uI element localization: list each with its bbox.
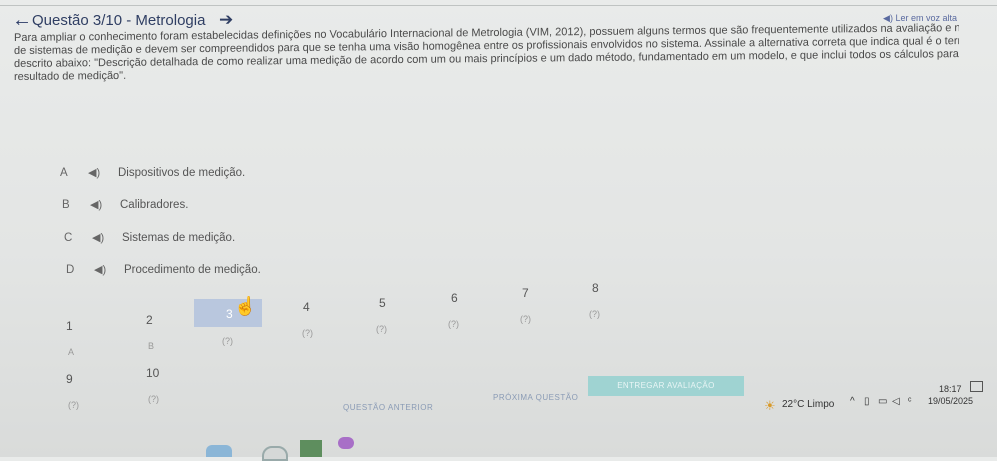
- option-a[interactable]: A ◀) Dispositivos de medição.: [60, 166, 245, 179]
- tray-volume-icon[interactable]: ◁: [892, 396, 900, 407]
- nav-answer-3: (?): [222, 336, 233, 346]
- option-letter: C: [64, 232, 73, 244]
- nav-answer-9: (?): [68, 400, 79, 410]
- nav-question-7[interactable]: 7: [522, 286, 529, 300]
- notification-icon[interactable]: [970, 381, 983, 392]
- nav-answer-6: (?): [448, 319, 459, 329]
- previous-question-button[interactable]: QUESTÃO ANTERIOR: [343, 403, 433, 412]
- nav-question-4[interactable]: 4: [303, 300, 310, 314]
- submit-assessment-button[interactable]: ENTREGAR AVALIAÇÃO: [588, 376, 744, 396]
- tray-chevron-up-icon[interactable]: ^: [850, 396, 855, 407]
- nav-question-1[interactable]: 1: [66, 319, 73, 333]
- option-letter: A: [60, 167, 68, 179]
- nav-question-5[interactable]: 5: [379, 296, 386, 310]
- nav-answer-2: B: [148, 341, 155, 351]
- option-text: Calibradores.: [120, 199, 189, 211]
- tray-display-icon[interactable]: ▭: [878, 396, 887, 407]
- nav-question-2[interactable]: 2: [146, 313, 153, 327]
- nav-question-6[interactable]: 6: [451, 291, 458, 305]
- nav-question-8[interactable]: 8: [592, 281, 599, 295]
- speaker-icon[interactable]: ◀): [90, 198, 120, 211]
- speaker-icon[interactable]: ◀): [88, 166, 118, 179]
- question-statement: Para ampliar o conhecimento foram estabe…: [14, 22, 959, 84]
- tray-language-icon[interactable]: ᶜ: [908, 396, 912, 407]
- nav-question-3: 3: [226, 307, 233, 321]
- weather-status[interactable]: 22°C Limpo: [782, 399, 834, 410]
- nav-answer-7: (?): [520, 314, 531, 324]
- option-text: Procedimento de medição.: [124, 264, 261, 276]
- taskbar-browser-icon[interactable]: [262, 446, 288, 461]
- clock-time[interactable]: 18:17: [939, 384, 962, 394]
- hand-cursor-icon: ☝: [234, 296, 257, 316]
- back-arrow-icon[interactable]: ←: [12, 9, 32, 32]
- tray-network-icon[interactable]: ▯: [864, 396, 870, 407]
- option-b[interactable]: B ◀) Calibradores.: [62, 198, 188, 211]
- option-letter: D: [66, 264, 75, 276]
- option-letter: B: [62, 199, 70, 211]
- clock-date[interactable]: 19/05/2025: [928, 396, 973, 406]
- taskbar-app-icon[interactable]: [300, 440, 322, 457]
- taskbar-app-icon[interactable]: [338, 437, 354, 449]
- nav-answer-8: (?): [589, 309, 600, 319]
- nav-question-10[interactable]: 10: [146, 366, 159, 380]
- next-question-button[interactable]: PRÓXIMA QUESTÃO: [493, 393, 578, 402]
- option-text: Sistemas de medição.: [122, 232, 236, 244]
- speaker-icon[interactable]: ◀): [92, 231, 122, 244]
- forward-arrow-icon[interactable]: ➔: [219, 10, 233, 30]
- speaker-icon[interactable]: ◀): [94, 263, 124, 276]
- nav-question-9[interactable]: 9: [66, 372, 73, 386]
- top-divider: [0, 5, 997, 6]
- taskbar-app-icon[interactable]: [206, 445, 232, 457]
- weather-sun-icon: ☀: [764, 398, 776, 413]
- option-text: Dispositivos de medição.: [118, 167, 246, 179]
- nav-answer-4: (?): [302, 328, 313, 338]
- option-d[interactable]: D ◀) Procedimento de medição.: [66, 263, 261, 276]
- page-title: Questão 3/10 - Metrologia: [32, 12, 206, 29]
- nav-answer-5: (?): [376, 324, 387, 334]
- nav-answer-10: (?): [148, 394, 159, 404]
- option-c[interactable]: C ◀) Sistemas de medição.: [64, 231, 235, 244]
- nav-answer-1: A: [68, 347, 75, 357]
